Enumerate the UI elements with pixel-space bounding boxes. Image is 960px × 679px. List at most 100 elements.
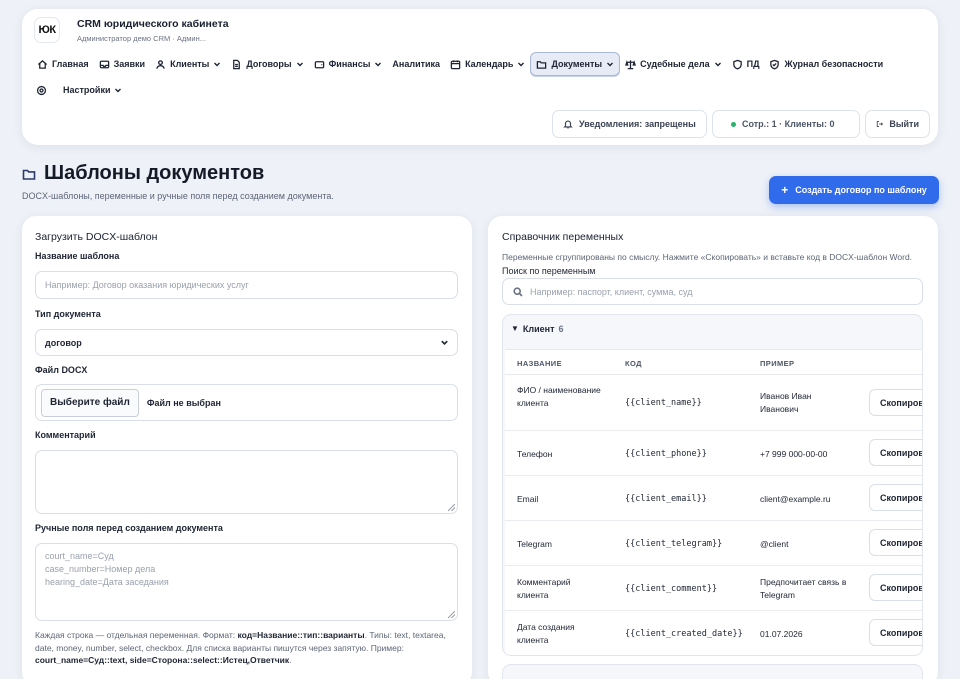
template-name-placeholder: Например: Договор оказания юридических у… <box>45 280 249 290</box>
nav-item-documents[interactable]: Документы <box>530 52 621 76</box>
create-contract-label: Создать договор по шаблону <box>795 185 927 195</box>
stats-label: Сотр.: 1 · Клиенты: 0 <box>742 119 835 129</box>
page-header: Шаблоны документов DOCX-шаблоны, перемен… <box>22 162 334 201</box>
template-name-label: Название шаблона <box>35 251 120 261</box>
nav-item-court-cases[interactable]: Судебные дела <box>620 52 727 76</box>
bell-icon <box>563 120 573 129</box>
brand-title: CRM юридического кабинета <box>77 17 229 30</box>
hint-format: код=Название::тип::варианты <box>237 630 365 640</box>
variable-code: {{client_comment}} <box>625 584 718 594</box>
copy-button[interactable]: Скопировать <box>869 484 922 511</box>
variable-example: @client <box>760 539 789 549</box>
create-contract-button[interactable]: + Создать договор по шаблону <box>769 176 939 204</box>
chevron-down-icon <box>441 340 448 345</box>
search-icon <box>513 286 523 297</box>
target-icon[interactable] <box>36 85 47 96</box>
nav-item-label: Настройки <box>63 85 111 95</box>
variable-code: {{client_created_date}} <box>625 629 743 639</box>
chevron-down-icon <box>518 62 525 67</box>
group-count: 6 <box>558 324 564 334</box>
search-placeholder: Например: паспорт, клиент, сумма, суд <box>530 286 693 297</box>
upload-card-title: Загрузить DOCX-шаблон <box>35 231 158 243</box>
comment-textarea[interactable] <box>35 450 458 514</box>
top-actions: Уведомления: запрещены Сотр.: 1 · Клиент… <box>552 110 930 138</box>
nav-item-personal-data[interactable]: ПД <box>727 52 765 76</box>
main-nav: Главная Заявки Клиенты Договоры Финансы … <box>32 52 888 76</box>
choose-file-button[interactable]: Выберите файл <box>41 388 139 417</box>
nav-item-label: Договоры <box>246 59 292 69</box>
variables-table: НАЗВАНИЕ КОД ПРИМЕР ФИО / наименование к… <box>505 349 922 655</box>
variable-example: 01.07.2026 <box>760 629 803 639</box>
copy-button[interactable]: Скопировать <box>869 619 922 646</box>
nav-item-security-log[interactable]: Журнал безопасности <box>764 52 888 76</box>
scales-icon <box>625 59 637 69</box>
page-title: Шаблоны документов <box>44 162 265 184</box>
reference-title: Справочник переменных <box>502 231 624 243</box>
brand-logo: ЮК <box>34 17 60 43</box>
plus-icon: + <box>781 183 789 197</box>
search-label: Поиск по переменным <box>502 266 596 276</box>
variable-group-next[interactable] <box>502 664 923 679</box>
nav-item-settings[interactable]: Настройки <box>63 78 122 102</box>
column-header-name: НАЗВАНИЕ <box>517 359 562 368</box>
notifications-label: Уведомления: запрещены <box>579 119 696 129</box>
table-row: ФИО / наименование клиента {{client_name… <box>505 375 922 431</box>
nav-item-label: Документы <box>551 59 603 69</box>
nav-item-clients[interactable]: Клиенты <box>150 52 226 76</box>
nav-item-analytics[interactable]: Аналитика <box>387 52 445 76</box>
table-header: НАЗВАНИЕ КОД ПРИМЕР <box>505 350 922 375</box>
variable-example: +7 999 000-00-00 <box>760 449 828 459</box>
logout-button[interactable]: Выйти <box>865 110 930 138</box>
secondary-nav: Настройки <box>36 78 122 102</box>
nav-item-calendar[interactable]: Календарь <box>445 52 530 76</box>
resize-handle[interactable] <box>448 611 455 618</box>
folder-icon <box>22 169 36 180</box>
nav-item-label: Аналитика <box>392 59 441 69</box>
document-type-select[interactable]: договор <box>35 329 458 356</box>
chevron-down-icon <box>607 62 614 67</box>
manual-fields-label: Ручные поля перед созданием документа <box>35 523 223 533</box>
variable-example: client@example.ru <box>760 494 831 504</box>
table-row: Telegram {{client_telegram}} @client Ско… <box>505 521 922 566</box>
inbox-icon <box>99 60 109 68</box>
copy-button[interactable]: Скопировать <box>869 389 922 416</box>
nav-item-finance[interactable]: Финансы <box>309 52 388 76</box>
nav-item-label: Финансы <box>328 59 371 69</box>
docx-file-label: Файл DOCX <box>35 365 88 375</box>
document-icon <box>233 59 241 69</box>
shield-check-icon <box>770 59 780 70</box>
nav-item-label: Заявки <box>113 59 146 69</box>
variable-code: {{client_phone}} <box>625 449 707 459</box>
reference-description: Переменные сгруппированы по смыслу. Нажм… <box>502 252 913 262</box>
copy-button[interactable]: Скопировать <box>869 439 922 466</box>
document-type-label: Тип документа <box>35 309 101 319</box>
group-name: Клиент <box>522 324 555 334</box>
wallet-icon <box>314 60 324 68</box>
group-toggle[interactable]: ▼ Клиент 6 <box>511 324 564 334</box>
docx-file-input: Выберите файл Файл не выбран <box>35 384 458 421</box>
brand[interactable]: ЮК CRM юридического кабинета Администрат… <box>34 17 229 43</box>
copy-button[interactable]: Скопировать <box>869 574 922 601</box>
nav-item-requests[interactable]: Заявки <box>94 52 150 76</box>
resize-handle[interactable] <box>448 504 455 511</box>
variable-group-client: ▼ Клиент 6 НАЗВАНИЕ КОД ПРИМЕР ФИО / наи… <box>502 314 923 656</box>
variables-reference-card: Справочник переменных Переменные сгруппи… <box>488 216 938 679</box>
logout-icon <box>876 121 884 127</box>
nav-item-label: Судебные дела <box>640 59 710 69</box>
hint-text: . <box>289 655 292 665</box>
notifications-button[interactable]: Уведомления: запрещены <box>552 110 707 138</box>
brand-subtitle: Администратор демо CRM · Админ... <box>77 33 207 43</box>
copy-button[interactable]: Скопировать <box>869 529 922 556</box>
folder-icon <box>537 60 547 69</box>
hint-example: court_name=Суд::text, side=Сторона::sele… <box>35 655 290 665</box>
template-name-input[interactable]: Например: Договор оказания юридических у… <box>35 271 458 299</box>
nav-item-home[interactable]: Главная <box>32 52 94 76</box>
column-header-code: КОД <box>625 359 642 368</box>
variable-name: Дата создания клиента <box>517 622 575 645</box>
variables-search-input[interactable]: Например: паспорт, клиент, сумма, суд <box>502 278 923 305</box>
nav-item-contracts[interactable]: Договоры <box>226 52 308 76</box>
calendar-icon <box>450 59 461 69</box>
nav-item-label: ПД <box>746 59 760 69</box>
nav-item-label: Главная <box>52 59 89 69</box>
manual-fields-textarea[interactable]: court_name=Суд case_number=Номер дела he… <box>35 543 458 621</box>
